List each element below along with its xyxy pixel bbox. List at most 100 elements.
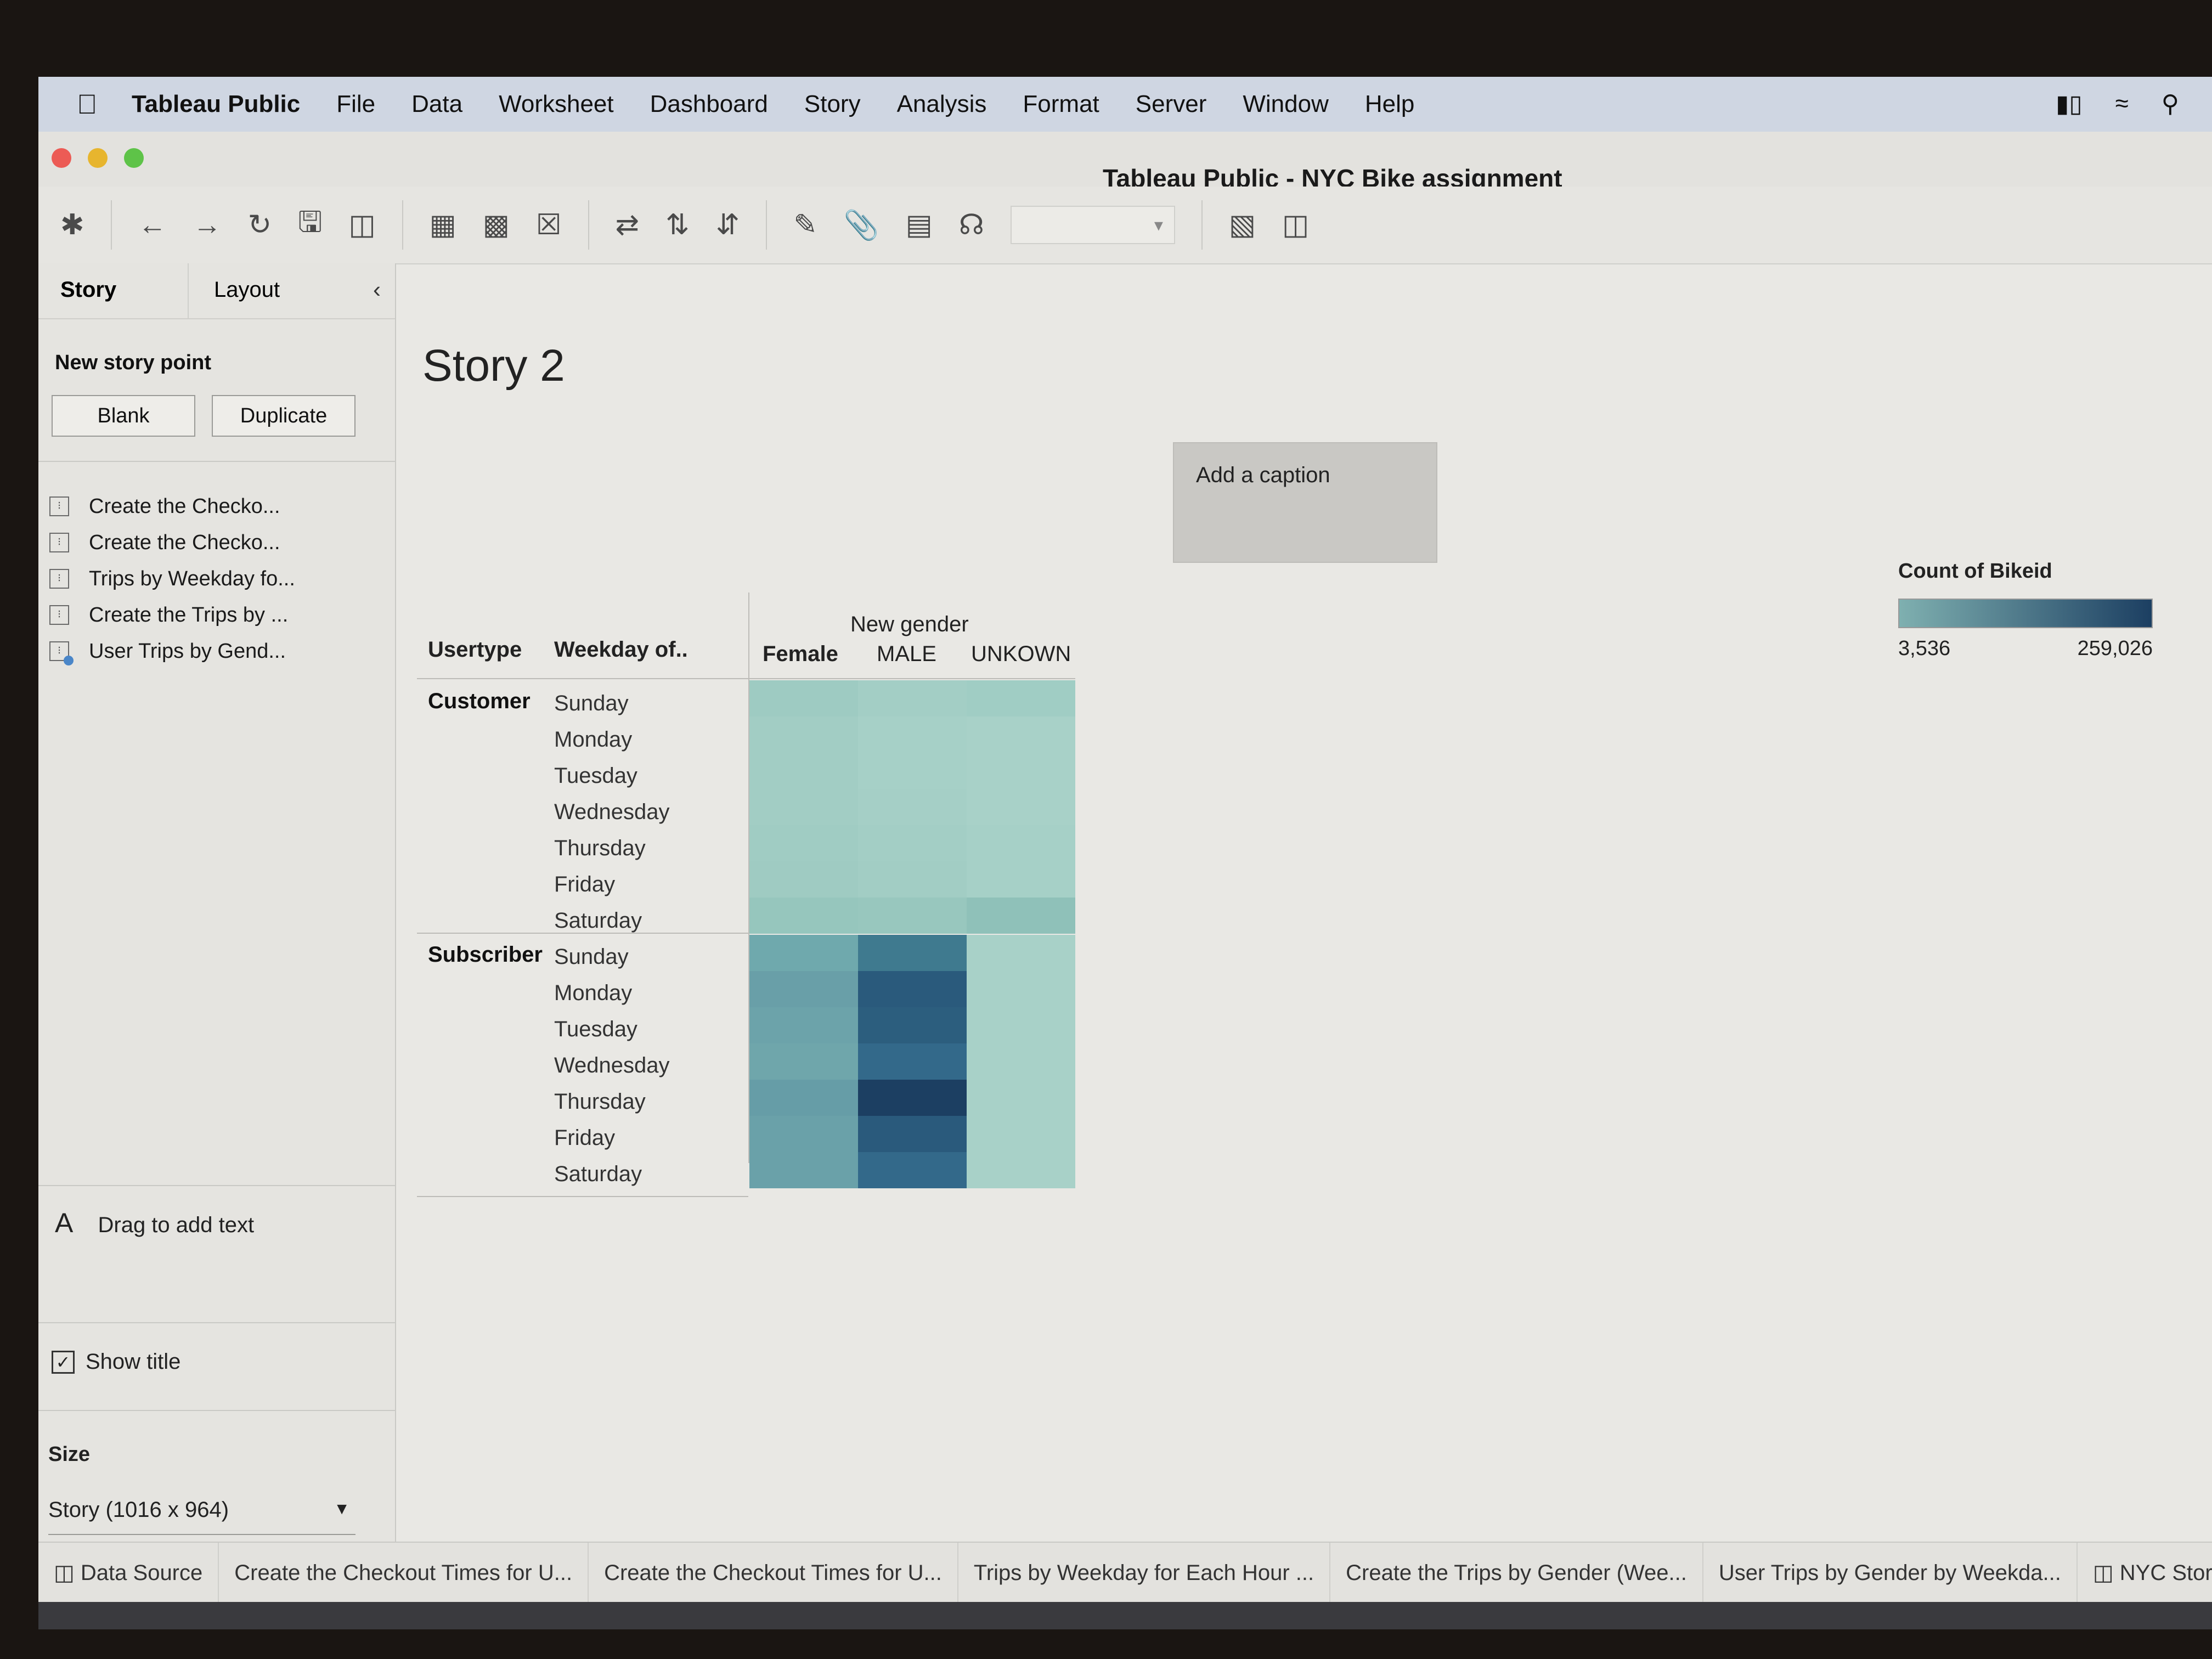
- menu-dashboard[interactable]: Dashboard: [650, 91, 768, 118]
- apple-icon[interactable]: : [77, 88, 110, 120]
- menu-analysis[interactable]: Analysis: [897, 91, 987, 118]
- menu-help[interactable]: Help: [1365, 91, 1415, 118]
- heatmap-cell[interactable]: [858, 898, 967, 934]
- story-point-caption[interactable]: Add a caption: [1173, 442, 1437, 563]
- heatmap-cell[interactable]: [749, 825, 858, 861]
- menu-story[interactable]: Story: [804, 91, 861, 118]
- heatmap-cell[interactable]: [749, 716, 858, 753]
- sort-ascending-icon[interactable]: ⇅: [665, 208, 690, 241]
- show-title-toggle[interactable]: ✓ Show title: [52, 1350, 180, 1374]
- heatmap-cell[interactable]: [749, 971, 858, 1007]
- heatmap-cell[interactable]: [967, 716, 1075, 753]
- heatmap-cell[interactable]: [967, 861, 1075, 898]
- heatmap-cell[interactable]: [967, 971, 1075, 1007]
- sheet-item[interactable]: ⁝ Create the Checko...: [49, 488, 295, 524]
- heatmap-cell[interactable]: [749, 1043, 858, 1080]
- wifi-icon[interactable]: ≈: [2115, 90, 2129, 118]
- heatmap-cell[interactable]: [749, 789, 858, 825]
- sort-descending-icon[interactable]: ⇵: [716, 208, 740, 241]
- presentation-mode-icon[interactable]: ◫: [1282, 208, 1309, 241]
- pin-icon[interactable]: ☊: [959, 208, 984, 241]
- tab-story[interactable]: Story: [60, 278, 116, 302]
- clear-sheet-icon[interactable]: ☒: [536, 208, 562, 241]
- back-arrow-icon[interactable]: ←: [138, 208, 167, 241]
- tab-sheet[interactable]: Create the Checkout Times for U...: [219, 1543, 589, 1603]
- tableau-logo-icon[interactable]: ✱: [60, 208, 84, 241]
- close-window-button[interactable]: [52, 148, 71, 168]
- sheet-item[interactable]: ⁝ User Trips by Gend...: [49, 633, 295, 669]
- battery-icon[interactable]: ▮▯: [2056, 90, 2082, 118]
- heatmap-cell[interactable]: [967, 898, 1075, 934]
- menu-worksheet[interactable]: Worksheet: [499, 91, 614, 118]
- heatmap-cell[interactable]: [967, 1007, 1075, 1043]
- labels-icon[interactable]: ▤: [906, 208, 933, 241]
- minimize-window-button[interactable]: [88, 148, 108, 168]
- blank-button[interactable]: Blank: [52, 395, 195, 437]
- collapse-panel-icon[interactable]: ‹: [373, 276, 381, 303]
- heatmap-cell[interactable]: [749, 753, 858, 789]
- tab-layout[interactable]: Layout: [214, 278, 280, 302]
- redo-icon[interactable]: ↻: [248, 208, 272, 241]
- menu-file[interactable]: File: [336, 91, 375, 118]
- sheet-item[interactable]: ⁝ Trips by Weekday fo...: [49, 561, 295, 597]
- heatmap-cell[interactable]: [858, 825, 967, 861]
- forward-arrow-icon[interactable]: →: [193, 208, 222, 241]
- new-data-source-icon[interactable]: ◫: [348, 208, 375, 241]
- zoom-window-button[interactable]: [124, 148, 144, 168]
- new-worksheet-icon[interactable]: ▦: [430, 208, 456, 241]
- heatmap-cell[interactable]: [967, 1152, 1075, 1188]
- heatmap-cell[interactable]: [858, 680, 967, 716]
- menu-app-name[interactable]: Tableau Public: [132, 91, 300, 118]
- fit-dropdown[interactable]: ▾: [1010, 206, 1175, 244]
- story-title[interactable]: Story 2: [422, 340, 565, 392]
- heatmap-cell[interactable]: [967, 1116, 1075, 1152]
- heatmap-cell[interactable]: [749, 1152, 858, 1188]
- heatmap-cell[interactable]: [858, 716, 967, 753]
- group-icon[interactable]: 📎: [844, 208, 879, 242]
- heatmap-cell[interactable]: [858, 861, 967, 898]
- tab-data-source[interactable]: ◫ Data Source: [38, 1543, 219, 1603]
- heatmap-cell[interactable]: [749, 1007, 858, 1043]
- heatmap-cell[interactable]: [749, 1080, 858, 1116]
- heatmap-cell[interactable]: [858, 789, 967, 825]
- sheet-item[interactable]: ⁝ Create the Checko...: [49, 524, 295, 561]
- heatmap-cell[interactable]: [749, 935, 858, 971]
- heatmap-cell[interactable]: [967, 1043, 1075, 1080]
- tab-sheet[interactable]: Create the Trips by Gender (Wee...: [1330, 1543, 1703, 1603]
- heatmap-cell[interactable]: [749, 898, 858, 934]
- menu-data[interactable]: Data: [411, 91, 462, 118]
- heatmap-cell[interactable]: [967, 935, 1075, 971]
- heatmap-cell[interactable]: [858, 1080, 967, 1116]
- heatmap-cell[interactable]: [858, 1007, 967, 1043]
- search-icon[interactable]: ⚲: [2162, 90, 2179, 118]
- sheet-item[interactable]: ⁝ Create the Trips by ...: [49, 597, 295, 633]
- heatmap-cell[interactable]: [858, 1152, 967, 1188]
- heatmap-cell[interactable]: [749, 680, 858, 716]
- menu-format[interactable]: Format: [1023, 91, 1099, 118]
- swap-icon[interactable]: ⇄: [616, 208, 640, 241]
- heatmap-cell[interactable]: [858, 753, 967, 789]
- tab-sheet[interactable]: Create the Checkout Times for U...: [589, 1543, 958, 1603]
- duplicate-button[interactable]: Duplicate: [212, 395, 356, 437]
- heatmap-cell[interactable]: [858, 935, 967, 971]
- duplicate-sheet-icon[interactable]: ▩: [483, 208, 510, 241]
- menu-server[interactable]: Server: [1136, 91, 1207, 118]
- save-icon[interactable]: 🖫: [298, 201, 322, 250]
- heatmap-cell[interactable]: [858, 971, 967, 1007]
- heatmap-cell[interactable]: [749, 1116, 858, 1152]
- size-dropdown[interactable]: Story (1016 x 964) ▼: [48, 1498, 356, 1535]
- heatmap-cell[interactable]: [967, 753, 1075, 789]
- heatmap-cell[interactable]: [967, 680, 1075, 716]
- heatmap-cell[interactable]: [967, 789, 1075, 825]
- heatmap-cell[interactable]: [967, 1080, 1075, 1116]
- heatmap-cell[interactable]: [858, 1116, 967, 1152]
- tab-sheet[interactable]: User Trips by Gender by Weekda...: [1703, 1543, 2078, 1603]
- show-me-icon[interactable]: ▧: [1229, 208, 1256, 241]
- highlight-icon[interactable]: ✎: [793, 208, 817, 241]
- heatmap-cell[interactable]: [749, 861, 858, 898]
- color-legend[interactable]: Count of Bikeid 3,536 259,026: [1898, 560, 2153, 661]
- show-title-checkbox[interactable]: ✓: [52, 1350, 75, 1374]
- menu-window[interactable]: Window: [1243, 91, 1329, 118]
- tab-sheet[interactable]: Trips by Weekday for Each Hour ...: [958, 1543, 1331, 1603]
- tab-story[interactable]: ◫ NYC Story: [2078, 1543, 2212, 1603]
